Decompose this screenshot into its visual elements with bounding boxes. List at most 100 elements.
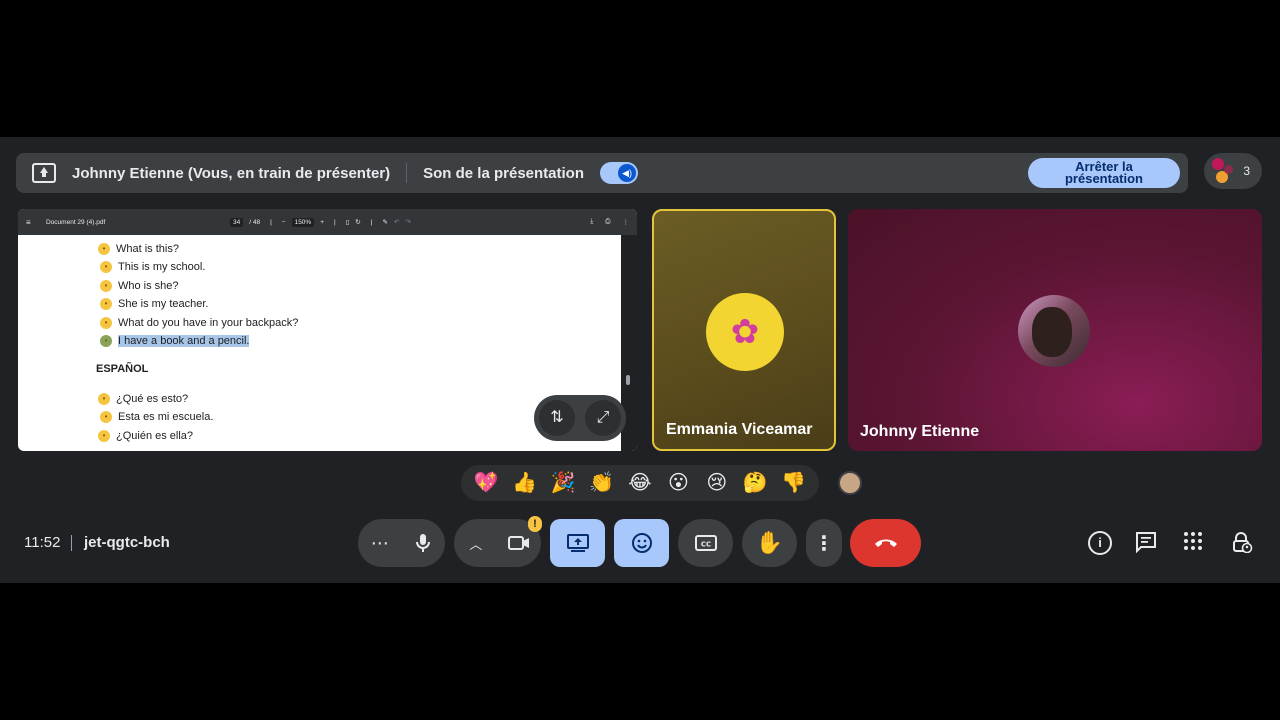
more-vert-icon: ⋮ — [814, 532, 834, 555]
presenting-bar: Johnny Etienne (Vous, en train de présen… — [16, 153, 1188, 193]
mic-control-group: ⋯ — [358, 519, 445, 567]
reaction-heart-button[interactable]: 💖 — [472, 469, 500, 497]
presentation-controls: ⇅ ⤢ — [534, 395, 626, 441]
presentation-sound-toggle[interactable]: ◀) — [600, 162, 638, 184]
clock: 11:52 — [24, 534, 61, 551]
fit-page-icon[interactable]: ▯ — [346, 218, 350, 226]
reactions-bar: 💖 👍 🎉 👏 😂 😮 😢 🤔 👎 — [461, 465, 819, 501]
stop-presenting-label-line2: présentation — [1064, 171, 1143, 186]
pdf-line-highlighted: • I have a book and a pencil. — [100, 335, 250, 347]
reaction-party-button[interactable]: 🎉 — [549, 469, 577, 497]
more-options-button[interactable]: ⋮ — [806, 519, 842, 567]
reactions-button[interactable] — [614, 519, 669, 567]
shared-screen: ≡ Document 29 (4).pdf 34 / 48 | − 150% +… — [18, 209, 637, 451]
pdf-line: • She is my teacher. — [100, 298, 209, 310]
avatar — [1018, 295, 1090, 367]
scroll-thumb[interactable] — [626, 375, 630, 385]
present-button[interactable] — [550, 519, 605, 567]
microphone-icon[interactable] — [402, 533, 446, 553]
warning-badge: ! — [528, 516, 542, 532]
meeting-details-icon[interactable]: i — [1088, 531, 1112, 555]
pdf-line: • Who is she? — [100, 280, 179, 292]
pdf-actions: ⤓ ⎙ ⋮ — [590, 218, 629, 226]
redo-icon[interactable]: ↷ — [405, 218, 410, 226]
presentation-sound-label: Son de la présentation — [423, 164, 584, 182]
participant-avatar — [1224, 165, 1233, 174]
emoji-icon — [631, 533, 652, 553]
person-emoji-icon: • — [100, 280, 112, 292]
swap-layout-icon[interactable]: ⇅ — [539, 400, 575, 436]
captions-button[interactable]: CC — [678, 519, 733, 567]
menu-icon[interactable]: ≡ — [26, 218, 34, 227]
end-call-icon — [874, 539, 897, 547]
reaction-laugh-button[interactable]: 😂 — [626, 469, 654, 497]
undo-icon[interactable]: ↶ — [394, 218, 399, 226]
person-emoji-icon: • — [98, 243, 110, 255]
hand-icon: ✋ — [755, 530, 784, 555]
skin-tone-selector[interactable] — [838, 471, 862, 495]
pdf-page-controls: 34 / 48 | − 150% + | ▯ ↻ | ✎ ↶ ↷ — [230, 217, 411, 227]
avatar: ✿ — [706, 293, 784, 371]
page-number-input[interactable]: 34 — [230, 217, 244, 227]
present-screen-icon — [32, 163, 56, 183]
reaction-clap-button[interactable]: 👏 — [588, 469, 616, 497]
chat-icon[interactable] — [1135, 531, 1159, 555]
divider: | — [334, 218, 336, 226]
person-emoji-icon: • — [100, 335, 112, 347]
pdf-line: • ¿Quién es ella? — [98, 430, 193, 442]
person-emoji-icon: • — [100, 261, 112, 273]
presenter-label: Johnny Etienne (Vous, en train de présen… — [72, 164, 391, 182]
person-emoji-icon: • — [100, 411, 112, 423]
pdf-line: • This is my school. — [100, 261, 205, 273]
camera-icon[interactable] — [498, 535, 542, 551]
reaction-surprised-button[interactable]: 😮 — [664, 469, 692, 497]
reaction-thumbs-down-button[interactable]: 👎 — [780, 469, 808, 497]
participants-count: 3 — [1243, 164, 1250, 178]
chevron-up-icon[interactable]: ︿ — [454, 534, 498, 553]
divider — [406, 163, 408, 183]
activities-icon[interactable] — [1183, 531, 1207, 555]
pdf-toolbar: ≡ Document 29 (4).pdf 34 / 48 | − 150% +… — [18, 209, 637, 235]
volume-icon: ◀) — [618, 164, 636, 182]
zoom-in-icon[interactable]: + — [320, 219, 324, 226]
present-screen-icon — [566, 534, 589, 552]
participant-name: Emmania Viceamar — [666, 421, 813, 438]
pdf-filename: Document 29 (4).pdf — [46, 218, 106, 226]
more-options-icon[interactable]: ⋮ — [623, 218, 630, 226]
captions-icon: CC — [694, 535, 717, 551]
zoom-out-icon[interactable]: − — [282, 219, 286, 226]
pdf-line: • What is this? — [98, 243, 179, 255]
divider: | — [370, 218, 373, 226]
zoom-level[interactable]: 150% — [291, 217, 315, 227]
participant-tile-johnny[interactable]: Johnny Etienne — [848, 209, 1262, 451]
meet-window: Johnny Etienne (Vous, en train de présen… — [0, 137, 1280, 583]
host-controls-icon[interactable] — [1231, 531, 1255, 555]
pdf-line: • What do you have in your backpack? — [100, 317, 298, 329]
print-icon[interactable]: ⎙ — [605, 218, 610, 226]
fullscreen-icon[interactable]: ⤢ — [585, 400, 621, 436]
pdf-line: • ¿Qué es esto? — [98, 393, 188, 405]
pdf-heading: ESPAÑOL — [96, 363, 149, 375]
page-total: / 48 — [249, 218, 261, 226]
download-icon[interactable]: ⤓ — [590, 218, 593, 226]
audio-options-icon[interactable]: ⋯ — [358, 533, 402, 554]
annotate-icon[interactable]: ✎ — [382, 218, 387, 226]
rotate-icon[interactable]: ↻ — [355, 218, 360, 226]
stop-presenting-button[interactable]: Arrêter la présentation — [1028, 158, 1180, 188]
reaction-thinking-button[interactable]: 🤔 — [741, 469, 769, 497]
meeting-code: jet-qgtc-bch — [84, 534, 170, 551]
divider — [71, 535, 72, 551]
participant-tile-emmania[interactable]: ✿ Emmania Viceamar — [652, 209, 836, 451]
person-emoji-icon: • — [98, 393, 110, 405]
person-emoji-icon: • — [98, 430, 110, 442]
raise-hand-button[interactable]: ✋ — [742, 519, 797, 567]
reaction-thumbs-up-button[interactable]: 👍 — [511, 469, 539, 497]
participants-button[interactable]: 3 — [1204, 153, 1262, 189]
person-emoji-icon: • — [100, 298, 112, 310]
divider: | — [270, 218, 272, 226]
pdf-page: • What is this? • This is my school. • Who … — [26, 235, 621, 451]
pdf-line: • Esta es mi escuela. — [100, 411, 213, 423]
participant-avatar — [1212, 158, 1224, 170]
leave-call-button[interactable] — [850, 519, 921, 567]
reaction-sad-button[interactable]: 😢 — [703, 469, 731, 497]
